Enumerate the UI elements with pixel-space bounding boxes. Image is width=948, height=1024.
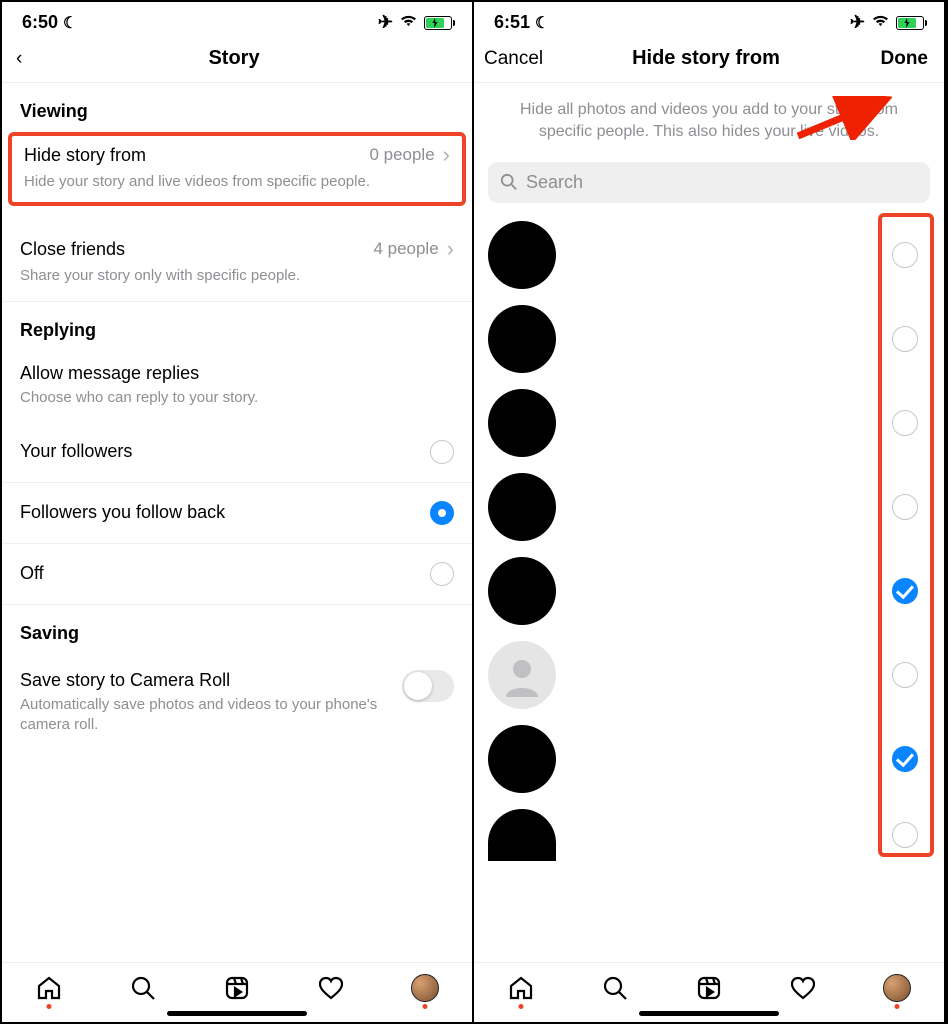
person-row[interactable] (474, 297, 944, 381)
allow-replies-title: Allow message replies (20, 363, 454, 384)
person-checkbox[interactable] (892, 746, 918, 772)
section-replying: Replying (2, 302, 472, 351)
tab-profile[interactable] (882, 973, 912, 1003)
tab-home[interactable] (34, 973, 64, 1003)
person-row[interactable] (474, 717, 944, 801)
radio-icon-selected (430, 501, 454, 525)
nav-header: Cancel Hide story from Done (474, 35, 944, 83)
search-placeholder: Search (526, 172, 583, 193)
person-checkbox[interactable] (892, 578, 918, 604)
radio-followers-you-follow-back[interactable]: Followers you follow back (2, 483, 472, 544)
save-camera-title: Save story to Camera Roll (20, 670, 390, 691)
page-title: Story (82, 47, 386, 70)
allow-replies-sub: Choose who can reply to your story. (20, 388, 389, 408)
avatar (488, 557, 556, 625)
person-row[interactable] (474, 549, 944, 633)
hide-story-title: Hide story from (24, 145, 146, 166)
radio-off[interactable]: Off (2, 544, 472, 605)
tab-reels[interactable] (222, 973, 252, 1003)
wifi-icon (399, 12, 418, 33)
avatar (488, 641, 556, 709)
person-row[interactable] (474, 801, 944, 861)
page-title: Hide story from (554, 47, 858, 70)
home-indicator[interactable] (167, 1011, 307, 1016)
person-row[interactable] (474, 213, 944, 297)
close-friends-title: Close friends (20, 239, 125, 260)
status-time: 6:51 ☾ (494, 12, 549, 33)
story-settings-screen: 6:50 ☾ ✈ ‹ Story Viewing Hide story from… (2, 2, 474, 1022)
avatar (488, 221, 556, 289)
status-time: 6:50 ☾ (22, 12, 77, 33)
profile-avatar-icon (883, 974, 911, 1002)
radio-icon (430, 562, 454, 586)
do-not-disturb-icon: ☾ (535, 15, 549, 32)
save-camera-sub: Automatically save photos and videos to … (20, 695, 390, 736)
tab-search[interactable] (600, 973, 630, 1003)
nav-header: ‹ Story (2, 35, 472, 83)
avatar (488, 809, 556, 861)
tab-reels[interactable] (694, 973, 724, 1003)
close-friends-sub: Share your story only with specific peop… (20, 266, 389, 286)
status-bar: 6:51 ☾ ✈ (474, 2, 944, 35)
hide-story-from-screen: 6:51 ☾ ✈ Cancel Hide story from Done Hid… (474, 2, 946, 1022)
close-friends-value: 4 people (373, 239, 438, 259)
person-checkbox[interactable] (892, 662, 918, 688)
avatar (488, 473, 556, 541)
status-bar: 6:50 ☾ ✈ (2, 2, 472, 35)
do-not-disturb-icon: ☾ (63, 15, 77, 32)
tab-search[interactable] (128, 973, 158, 1003)
cancel-button[interactable]: Cancel (484, 48, 554, 70)
radio-your-followers[interactable]: Your followers (2, 422, 472, 483)
search-icon (500, 173, 518, 191)
hide-story-value: 0 people (369, 145, 434, 165)
airplane-mode-icon: ✈ (850, 12, 865, 33)
person-list (474, 213, 944, 861)
section-saving: Saving (2, 605, 472, 654)
hide-story-row[interactable]: Hide story from 0 people › Hide your stor… (24, 142, 450, 192)
chevron-right-icon: › (443, 142, 450, 168)
person-checkbox[interactable] (892, 242, 918, 268)
close-friends-row[interactable]: Close friends 4 people › Share your story… (2, 224, 472, 301)
airplane-mode-icon: ✈ (378, 12, 393, 33)
section-viewing: Viewing (2, 83, 472, 132)
avatar (488, 725, 556, 793)
profile-avatar-icon (411, 974, 439, 1002)
home-indicator[interactable] (639, 1011, 779, 1016)
person-checkbox[interactable] (892, 326, 918, 352)
battery-icon (424, 16, 452, 30)
radio-icon (430, 440, 454, 464)
person-row[interactable] (474, 465, 944, 549)
hide-story-sub: Hide your story and live videos from spe… (24, 172, 386, 192)
battery-icon (896, 16, 924, 30)
tab-home[interactable] (506, 973, 536, 1003)
allow-replies-row: Allow message replies Choose who can rep… (2, 351, 472, 422)
tab-profile[interactable] (410, 973, 440, 1003)
person-row[interactable] (474, 633, 944, 717)
tab-bar (2, 962, 472, 1007)
highlight-hide-story: Hide story from 0 people › Hide your stor… (8, 132, 466, 206)
done-button[interactable]: Done (858, 48, 928, 70)
wifi-icon (871, 12, 890, 33)
tab-activity[interactable] (316, 973, 346, 1003)
chevron-right-icon: › (447, 236, 454, 262)
tab-activity[interactable] (788, 973, 818, 1003)
save-camera-toggle[interactable] (402, 670, 454, 702)
search-input[interactable]: Search (488, 162, 930, 203)
description-text: Hide all photos and videos you add to yo… (474, 83, 944, 158)
person-checkbox[interactable] (892, 410, 918, 436)
person-checkbox[interactable] (892, 822, 918, 848)
save-camera-row: Save story to Camera Roll Automatically … (2, 654, 472, 752)
avatar (488, 305, 556, 373)
tab-bar (474, 962, 944, 1007)
back-button[interactable]: ‹ (12, 49, 82, 68)
person-row[interactable] (474, 381, 944, 465)
person-checkbox[interactable] (892, 494, 918, 520)
avatar (488, 389, 556, 457)
